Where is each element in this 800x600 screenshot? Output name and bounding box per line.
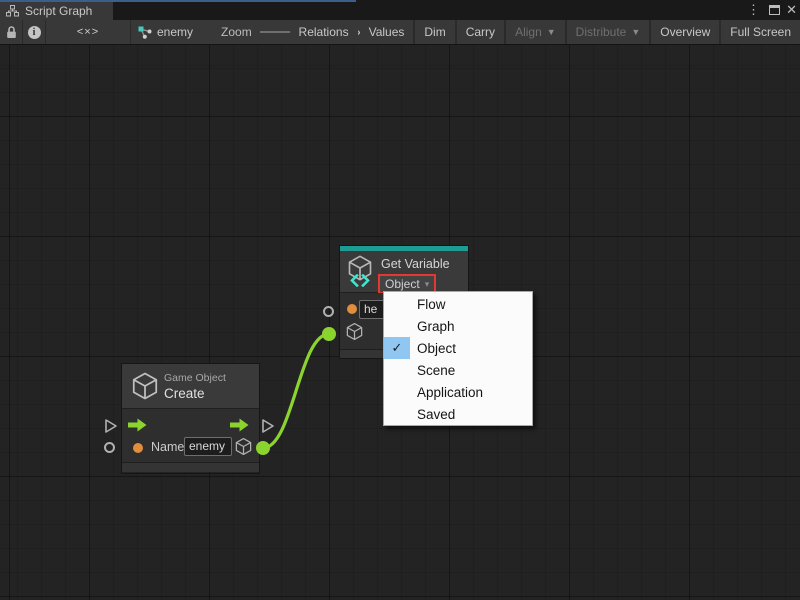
lock-icon [6, 26, 17, 39]
name-value-input[interactable]: enemy [184, 437, 232, 456]
flow-out-arrow-icon[interactable] [230, 418, 249, 432]
lock-button[interactable] [0, 20, 22, 44]
window-maximize-button[interactable] [769, 0, 780, 20]
tab-script-graph[interactable]: Script Graph [0, 2, 113, 20]
create-name-port[interactable] [104, 442, 115, 453]
align-button[interactable]: Align ▼ [506, 20, 565, 44]
toolbar-buttons: Relations Values Dim Carry Align ▼ Distr… [290, 20, 800, 44]
chevron-down-icon: ▼ [631, 27, 640, 37]
window-menu-button[interactable]: ⋮ [747, 0, 760, 20]
menu-item-graph[interactable]: Graph [384, 315, 532, 337]
flow-in-arrow-icon[interactable] [128, 418, 147, 432]
full-screen-button[interactable]: Full Screen [721, 20, 800, 44]
create-flow-out-port[interactable] [261, 418, 275, 434]
tab-title: Script Graph [25, 4, 92, 18]
overview-button[interactable]: Overview [651, 20, 719, 44]
menu-item-application[interactable]: Application [384, 381, 532, 403]
cube-icon [130, 371, 160, 401]
relations-button[interactable]: Relations [290, 20, 358, 44]
chevron-down-icon: ▼ [547, 27, 556, 37]
graph-toolbar: i <×> enemy Zoom 1x [0, 20, 800, 45]
check-cell [384, 359, 410, 381]
script-graph-window: Script Graph ⋮ ✕ i <×> [0, 0, 800, 600]
values-button[interactable]: Values [360, 20, 414, 44]
cube-icon[interactable] [345, 322, 364, 341]
menu-item-flow[interactable]: Flow [384, 293, 532, 315]
string-port-dot[interactable] [347, 304, 357, 314]
variable-code-icon [349, 274, 371, 287]
chevron-down-icon: ▾ [425, 279, 430, 290]
name-port-label: Name [151, 440, 184, 454]
create-flow-in-port[interactable] [104, 418, 118, 434]
string-port-dot[interactable] [133, 443, 143, 453]
check-cell [384, 381, 410, 403]
cube-icon[interactable] [234, 437, 253, 456]
zoom-label: Zoom [221, 25, 252, 39]
breadcrumb-graph-name[interactable]: enemy [157, 25, 193, 39]
check-cell [384, 315, 410, 337]
menu-item-scene[interactable]: Scene [384, 359, 532, 381]
code-preview-button[interactable]: <×> [46, 20, 130, 44]
check-icon: ✓ [384, 337, 410, 359]
check-cell [384, 403, 410, 425]
get-variable-name-port[interactable] [323, 306, 334, 317]
carry-button[interactable]: Carry [457, 20, 504, 44]
node-title: Get Variable [381, 257, 450, 271]
dim-button[interactable]: Dim [415, 20, 454, 44]
node-title: Create [164, 386, 205, 401]
distribute-button[interactable]: Distribute ▼ [567, 20, 650, 44]
info-icon: i [28, 26, 41, 39]
menu-item-saved[interactable]: Saved [384, 403, 532, 425]
code-icon: <×> [77, 26, 99, 38]
node-category: Game Object [164, 372, 226, 384]
check-cell [384, 293, 410, 315]
create-game-object-node[interactable]: Game Object Create Name enemy [121, 363, 260, 474]
graph-breadcrumb-icon [138, 26, 152, 39]
menu-item-object[interactable]: ✓ Object [384, 337, 532, 359]
info-button[interactable]: i [23, 20, 45, 44]
variable-scope-menu: Flow Graph ✓ Object Scene Application Sa… [383, 291, 533, 426]
maximize-icon [769, 5, 780, 15]
graph-tab-icon [6, 5, 19, 17]
tab-strip: Script Graph ⋮ ✕ [0, 0, 800, 20]
window-close-button[interactable]: ✕ [786, 0, 797, 20]
